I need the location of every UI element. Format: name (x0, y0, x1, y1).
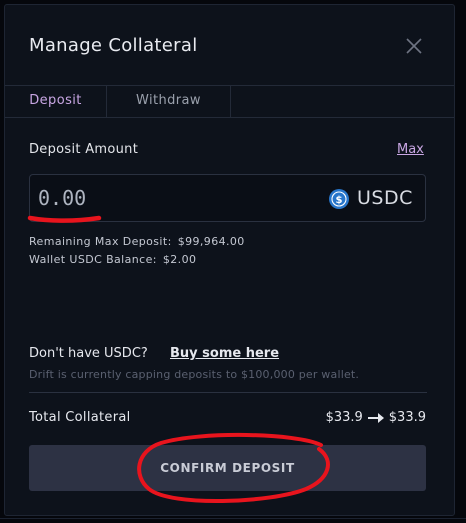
token-symbol: USDC (357, 187, 413, 209)
tab-bar: Deposit Withdraw (5, 85, 231, 117)
backdrop-divider (0, 518, 466, 519)
summary-divider (29, 392, 427, 393)
deposit-amount-input[interactable] (38, 183, 318, 213)
arrow-right-icon (367, 412, 384, 423)
wallet-balance-label: Wallet USDC Balance: (29, 253, 157, 266)
tabs-divider (5, 117, 454, 118)
remaining-max-deposit-value: $99,964.00 (177, 235, 245, 248)
total-collateral-label: Total Collateral (29, 410, 131, 425)
remaining-max-deposit: Remaining Max Deposit: $99,964.00 (29, 235, 245, 248)
no-usdc-question: Don't have USDC? (29, 346, 148, 361)
modal-title: Manage Collateral (29, 35, 198, 56)
max-button[interactable]: Max (397, 142, 424, 157)
close-icon[interactable] (403, 35, 425, 57)
deposit-amount-label: Deposit Amount (29, 142, 139, 157)
total-collateral-after: $33.9 (388, 410, 426, 425)
usdc-icon: $ (329, 189, 349, 209)
svg-text:$: $ (336, 195, 343, 206)
tab-withdraw[interactable]: Withdraw (107, 85, 231, 117)
wallet-balance: Wallet USDC Balance: $2.00 (29, 253, 196, 266)
deposit-cap-note: Drift is currently capping deposits to $… (29, 368, 360, 381)
total-collateral-before: $33.9 (325, 410, 363, 425)
confirm-deposit-button[interactable]: CONFIRM DEPOSIT (29, 445, 426, 491)
remaining-max-deposit-label: Remaining Max Deposit: (29, 235, 172, 248)
buy-usdc-link[interactable]: Buy some here (170, 346, 279, 361)
wallet-balance-value: $2.00 (162, 253, 197, 266)
deposit-amount-field: $ USDC (29, 174, 426, 222)
manage-collateral-modal: Manage Collateral Deposit Withdraw Depos… (4, 4, 455, 516)
total-collateral-change: $33.9 $33.9 (326, 410, 426, 425)
tab-deposit[interactable]: Deposit (5, 85, 107, 117)
